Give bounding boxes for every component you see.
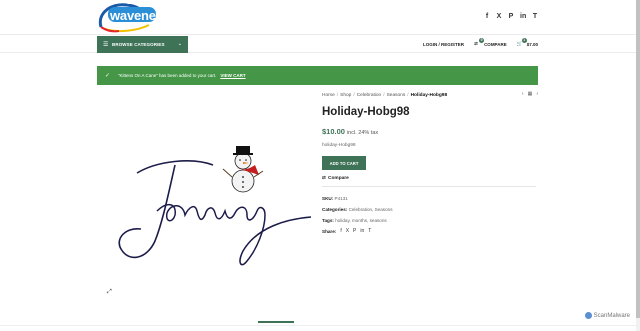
expand-icon[interactable]: ⤢: [107, 289, 112, 296]
browse-categories-button[interactable]: ☰ BROWSE CATEGORIES ⌄: [97, 36, 188, 53]
page-scrollbar[interactable]: [636, 0, 640, 331]
scrollbar-thumb[interactable]: [636, 0, 640, 318]
add-to-cart-button[interactable]: ADD TO CART: [322, 156, 366, 170]
compare-icon: ⇄: [322, 176, 327, 181]
product-navigation: ‹ ▦ ›: [522, 91, 538, 97]
view-cart-link[interactable]: VIEW CART: [220, 73, 245, 78]
compare-link[interactable]: ⇄ 0 COMPARE: [474, 38, 507, 48]
price-amount: $10.00: [322, 127, 345, 136]
next-product-icon[interactable]: ›: [536, 91, 538, 97]
categories-row: Categories: Celebration, Seasons: [322, 204, 538, 215]
breadcrumb-separator: /: [353, 92, 355, 98]
login-register-link[interactable]: LOGIN / REGISTER: [423, 42, 464, 47]
sku-row: SKU: P4131: [322, 193, 538, 204]
breadcrumb-celebration[interactable]: Celebration: [357, 93, 382, 98]
linkedin-icon[interactable]: in: [360, 226, 364, 237]
price-suffix: incl. 24% tax: [346, 130, 379, 136]
categories-value[interactable]: Celebration, Seasons: [349, 207, 393, 212]
tabs-border: [0, 325, 640, 326]
categories-label: Categories:: [322, 207, 348, 212]
cart-icon: 🛒 1: [516, 38, 527, 46]
telegram-icon[interactable]: T: [532, 13, 538, 21]
cart-notice: ✓ “Kittens On A Cane” has been added to …: [97, 66, 538, 85]
browse-categories-label: BROWSE CATEGORIES: [112, 42, 165, 47]
breadcrumb: Home / Shop / Celebration / Seasons / Ho…: [322, 91, 538, 99]
share-label: Share:: [322, 229, 337, 234]
site-header: wavenet f X P in T: [0, 0, 640, 34]
prev-product-icon[interactable]: ‹: [522, 91, 524, 97]
site-logo[interactable]: wavenet: [97, 1, 160, 33]
watermark-logo-icon: [584, 312, 592, 319]
short-description: holiday-Hobg98: [322, 143, 356, 148]
breadcrumb-current: Holiday-Hobg98: [410, 92, 448, 98]
product-summary: Home / Shop / Celebration / Seasons / Ho…: [322, 91, 538, 237]
cart-count: 1: [521, 38, 527, 43]
compare-button[interactable]: ⇄ Compare: [322, 176, 538, 181]
chevron-down-icon: ⌄: [177, 41, 182, 47]
pinterest-icon[interactable]: P: [508, 13, 514, 21]
breadcrumb-shop[interactable]: Shop: [340, 93, 351, 98]
facebook-icon[interactable]: f: [340, 226, 341, 237]
pinterest-icon[interactable]: P: [353, 226, 356, 237]
x-icon[interactable]: X: [496, 13, 502, 21]
compare-label: COMPARE: [484, 42, 507, 47]
tags-label: Tags:: [322, 218, 334, 223]
grid-icon[interactable]: ▦: [528, 91, 533, 97]
breadcrumb-separator: /: [407, 92, 409, 98]
social-links: f X P in T: [484, 13, 538, 21]
product-image[interactable]: [97, 91, 315, 303]
watermark: ScanMalware: [584, 312, 630, 319]
sku-label: SKU:: [322, 196, 334, 201]
telegram-icon[interactable]: T: [368, 226, 371, 237]
sku-value: P4131: [334, 196, 348, 201]
cart-total: $7.00: [526, 42, 538, 47]
tags-row: Tags: holiday, months, seasons: [322, 215, 538, 226]
breadcrumb-separator: /: [383, 92, 385, 98]
check-icon: ✓: [105, 73, 111, 79]
x-icon[interactable]: X: [346, 226, 349, 237]
compare-icon: ⇄ 0: [474, 38, 485, 46]
product-title: Holiday-Hobg98: [322, 106, 410, 118]
product-price: $10.00 incl. 24% tax: [322, 127, 538, 136]
cart-link[interactable]: 🛒 1 $7.00: [516, 38, 538, 48]
linkedin-icon[interactable]: in: [520, 13, 526, 21]
divider: [322, 186, 536, 187]
header-actions: LOGIN / REGISTER ⇄ 0 COMPARE 🛒 1 $7.00: [423, 35, 538, 54]
menu-icon: ☰: [103, 41, 109, 48]
notice-message: “Kittens On A Cane” has been added to yo…: [118, 73, 217, 78]
logo-text: wavenet: [110, 8, 160, 23]
breadcrumb-separator: /: [336, 92, 339, 98]
tab-active-indicator: [258, 321, 294, 323]
share-row: Share: f X P in T: [322, 226, 538, 237]
product-meta: SKU: P4131 Categories: Celebration, Seas…: [322, 193, 538, 237]
tags-value[interactable]: holiday, months, seasons: [335, 218, 387, 223]
compare-label: Compare: [328, 176, 349, 181]
watermark-text: ScanMalware: [593, 312, 630, 319]
facebook-icon[interactable]: f: [484, 13, 490, 21]
breadcrumb-seasons[interactable]: Seasons: [387, 93, 406, 98]
breadcrumb-home[interactable]: Home: [322, 93, 335, 98]
main-navbar: ☰ BROWSE CATEGORIES ⌄ LOGIN / REGISTER ⇄…: [0, 34, 640, 53]
